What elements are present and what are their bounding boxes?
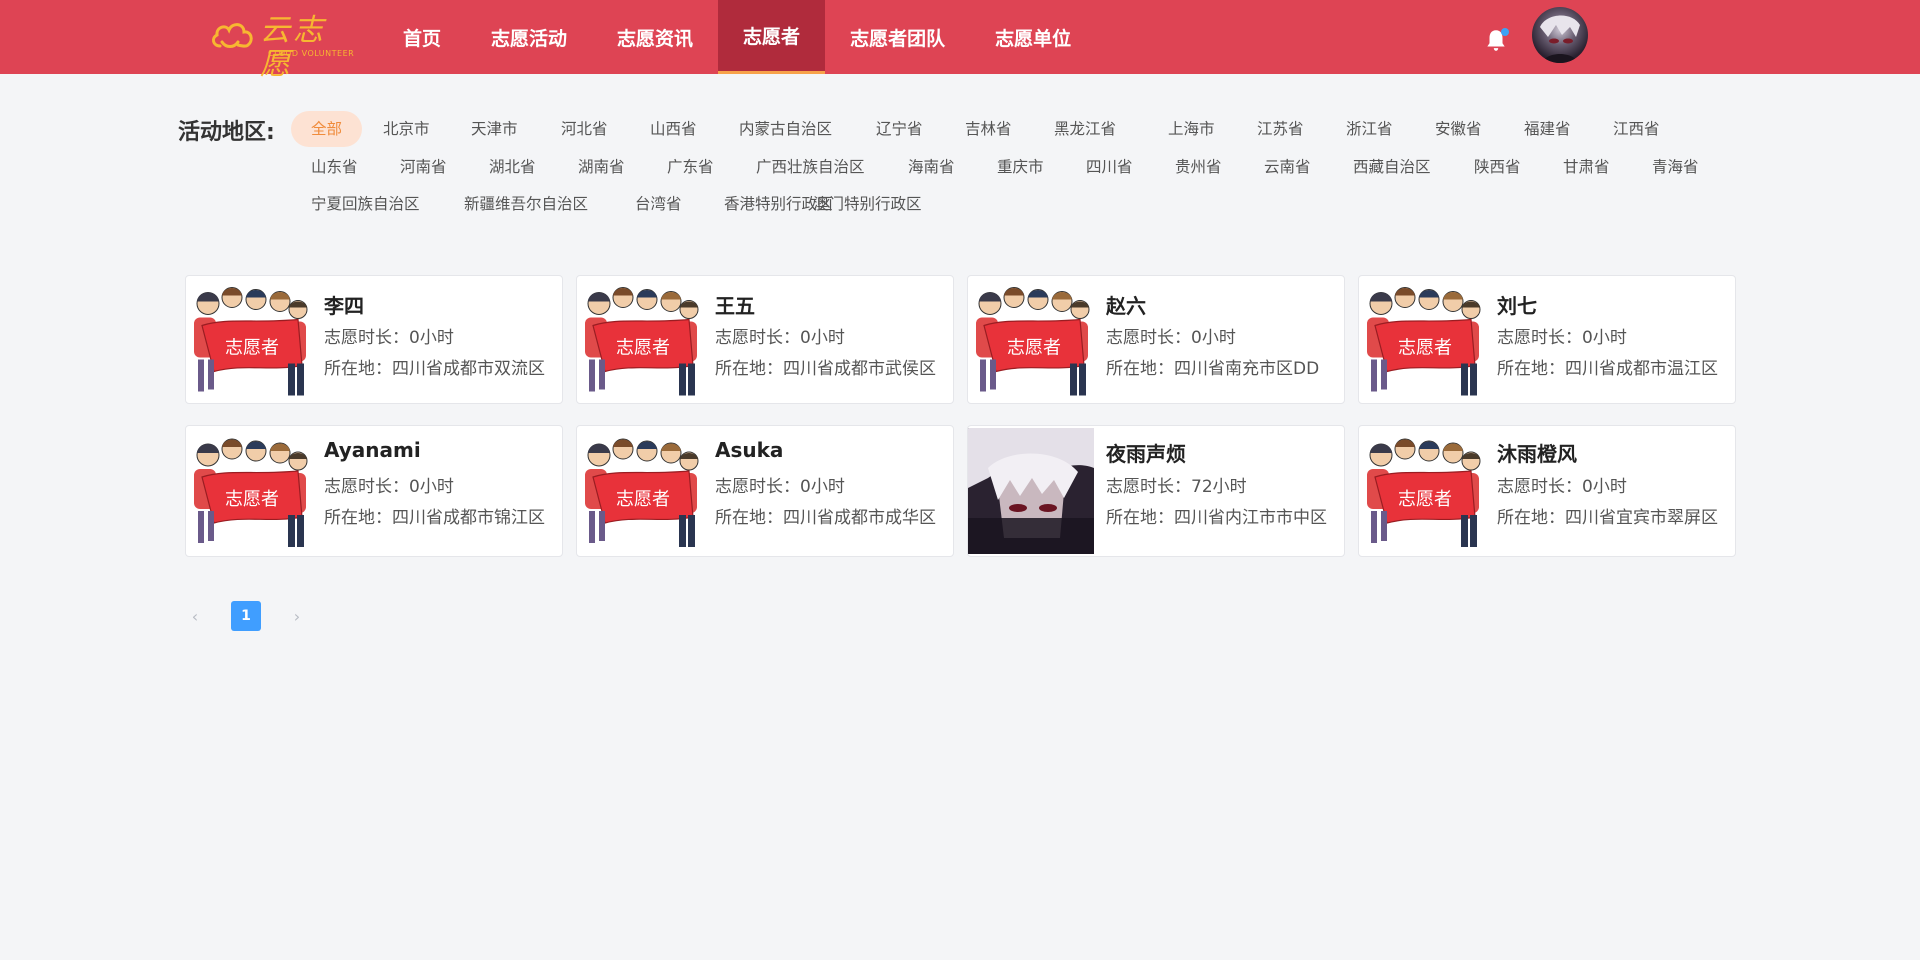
user-avatar[interactable] [1532, 7, 1588, 63]
region-chip[interactable]: 湖南省 [578, 149, 625, 185]
cloud-logo-icon [211, 23, 253, 48]
region-chip[interactable]: 甘肃省 [1563, 149, 1610, 185]
region-chip[interactable]: 北京市 [383, 111, 430, 147]
region-chip[interactable]: 江西省 [1613, 111, 1660, 147]
region-chip[interactable]: 宁夏回族自治区 [311, 186, 420, 222]
volunteer-hours: 志愿时长：0小时 [1497, 328, 1627, 348]
volunteer-card[interactable]: 王五志愿时长：0小时所在地：四川省成都市武侯区 [576, 275, 954, 404]
volunteer-hours: 志愿时长：0小时 [715, 477, 845, 497]
volunteer-card[interactable]: 沐雨橙风志愿时长：0小时所在地：四川省宜宾市翠屏区 [1358, 425, 1736, 557]
volunteer-name: 夜雨声烦 [1106, 442, 1186, 466]
region-chip[interactable]: 河南省 [400, 149, 447, 185]
region-chip[interactable]: 广西壮族自治区 [756, 149, 865, 185]
volunteer-hours: 志愿时长：0小时 [1497, 477, 1627, 497]
volunteer-banner-image [186, 430, 312, 552]
region-chip[interactable]: 西藏自治区 [1353, 149, 1431, 185]
region-chip[interactable]: 浙江省 [1346, 111, 1393, 147]
volunteer-card[interactable]: 夜雨声烦志愿时长：72小时所在地：四川省内江市市中区 [967, 425, 1345, 557]
volunteer-hours: 志愿时长：0小时 [324, 328, 454, 348]
volunteer-location: 所在地：四川省成都市温江区 [1497, 359, 1718, 379]
region-chip[interactable]: 台湾省 [635, 186, 682, 222]
volunteer-banner-image [577, 430, 703, 552]
region-chip[interactable]: 新疆维吾尔自治区 [464, 186, 588, 222]
region-chip[interactable]: 福建省 [1524, 111, 1571, 147]
volunteer-name: 赵六 [1106, 294, 1146, 318]
region-chip[interactable]: 全部 [291, 111, 363, 147]
region-chip[interactable]: 青海省 [1652, 149, 1699, 185]
region-filter-label: 活动地区: [178, 120, 275, 145]
region-chip[interactable]: 云南省 [1264, 149, 1311, 185]
region-chip[interactable]: 四川省 [1086, 149, 1133, 185]
volunteer-name: Asuka [715, 438, 784, 462]
volunteer-hours: 志愿时长：0小时 [715, 328, 845, 348]
volunteer-banner-image [186, 278, 312, 401]
region-chip[interactable]: 海南省 [908, 149, 955, 185]
region-chip[interactable]: 陕西省 [1474, 149, 1521, 185]
volunteer-banner-image [1359, 278, 1485, 401]
region-chip[interactable]: 辽宁省 [876, 111, 923, 147]
logo-subtext: CLOUD VOLUNTEER [268, 49, 355, 58]
region-chip[interactable]: 广东省 [667, 149, 714, 185]
region-chip[interactable]: 天津市 [471, 111, 518, 147]
volunteer-location: 所在地：四川省成都市武侯区 [715, 359, 936, 379]
nav-item-3[interactable]: 志愿者 [718, 0, 826, 74]
volunteer-hours: 志愿时长：0小时 [324, 477, 454, 497]
volunteer-name: 李四 [324, 294, 364, 318]
chevron-right-icon[interactable]: › [282, 601, 312, 631]
volunteer-banner-image [968, 278, 1094, 401]
main-nav: 首页 志愿活动 志愿资讯 志愿者 志愿者团队 志愿单位 [378, 0, 1096, 74]
volunteer-hours: 志愿时长：72小时 [1106, 477, 1247, 497]
volunteer-banner-image [577, 278, 703, 401]
region-chip[interactable]: 澳门特别行政区 [813, 186, 922, 222]
volunteer-location: 所在地：四川省成都市锦江区 [324, 508, 545, 528]
pagination: ‹ 1 › [180, 600, 312, 632]
region-chip[interactable]: 内蒙古自治区 [739, 111, 832, 147]
region-chip[interactable]: 黑龙江省 [1054, 111, 1116, 147]
volunteer-card[interactable]: 李四志愿时长：0小时所在地：四川省成都市双流区 [185, 275, 563, 404]
region-chip[interactable]: 山西省 [650, 111, 697, 147]
volunteer-name: 刘七 [1497, 294, 1537, 318]
volunteer-card[interactable]: 赵六志愿时长：0小时所在地：四川省南充市区DD [967, 275, 1345, 404]
volunteer-avatar-image [968, 428, 1094, 554]
notification-dot [1501, 28, 1509, 36]
nav-item-5[interactable]: 志愿单位 [970, 0, 1096, 74]
region-chip[interactable]: 山东省 [311, 149, 358, 185]
volunteer-name: 王五 [715, 294, 755, 318]
volunteer-hours: 志愿时长：0小时 [1106, 328, 1236, 348]
nav-item-1[interactable]: 志愿活动 [466, 0, 592, 74]
volunteer-location: 所在地：四川省内江市市中区 [1106, 508, 1327, 528]
page-number-current[interactable]: 1 [231, 601, 261, 631]
volunteer-card[interactable]: Ayanami 志愿时长：0小时所在地：四川省成都市锦江区 [185, 425, 563, 557]
region-chip[interactable]: 河北省 [561, 111, 608, 147]
volunteer-card[interactable]: 刘七志愿时长：0小时所在地：四川省成都市温江区 [1358, 275, 1736, 404]
region-chip[interactable]: 湖北省 [489, 149, 536, 185]
volunteer-name: Ayanami [324, 438, 421, 462]
logo[interactable]: 云志愿 CLOUD VOLUNTEER [210, 12, 358, 82]
volunteer-location: 所在地：四川省南充市区DD [1106, 359, 1320, 379]
volunteer-name: 沐雨橙风 [1497, 442, 1577, 466]
region-chip[interactable]: 上海市 [1168, 111, 1215, 147]
nav-item-4[interactable]: 志愿者团队 [825, 0, 970, 74]
volunteer-location: 所在地：四川省宜宾市翠屏区 [1497, 508, 1718, 528]
logo-text: 云志愿 [260, 13, 326, 82]
region-chip[interactable]: 吉林省 [965, 111, 1012, 147]
volunteer-card[interactable]: Asuka 志愿时长：0小时所在地：四川省成都市成华区 [576, 425, 954, 557]
nav-item-2[interactable]: 志愿资讯 [592, 0, 718, 74]
volunteer-location: 所在地：四川省成都市成华区 [715, 508, 936, 528]
volunteer-banner-image [1359, 430, 1485, 552]
region-chip[interactable]: 贵州省 [1175, 149, 1222, 185]
volunteer-location: 所在地：四川省成都市双流区 [324, 359, 545, 379]
region-chip[interactable]: 江苏省 [1257, 111, 1304, 147]
chevron-left-icon[interactable]: ‹ [180, 601, 210, 631]
nav-item-0[interactable]: 首页 [378, 0, 466, 74]
region-chip[interactable]: 重庆市 [997, 149, 1044, 185]
top-nav-bar: 云志愿 CLOUD VOLUNTEER 首页 志愿活动 志愿资讯 志愿者 志愿者团队 志愿… [0, 0, 1920, 82]
avatar-portrait-icon [1540, 15, 1580, 63]
region-chip[interactable]: 安徽省 [1435, 111, 1482, 147]
